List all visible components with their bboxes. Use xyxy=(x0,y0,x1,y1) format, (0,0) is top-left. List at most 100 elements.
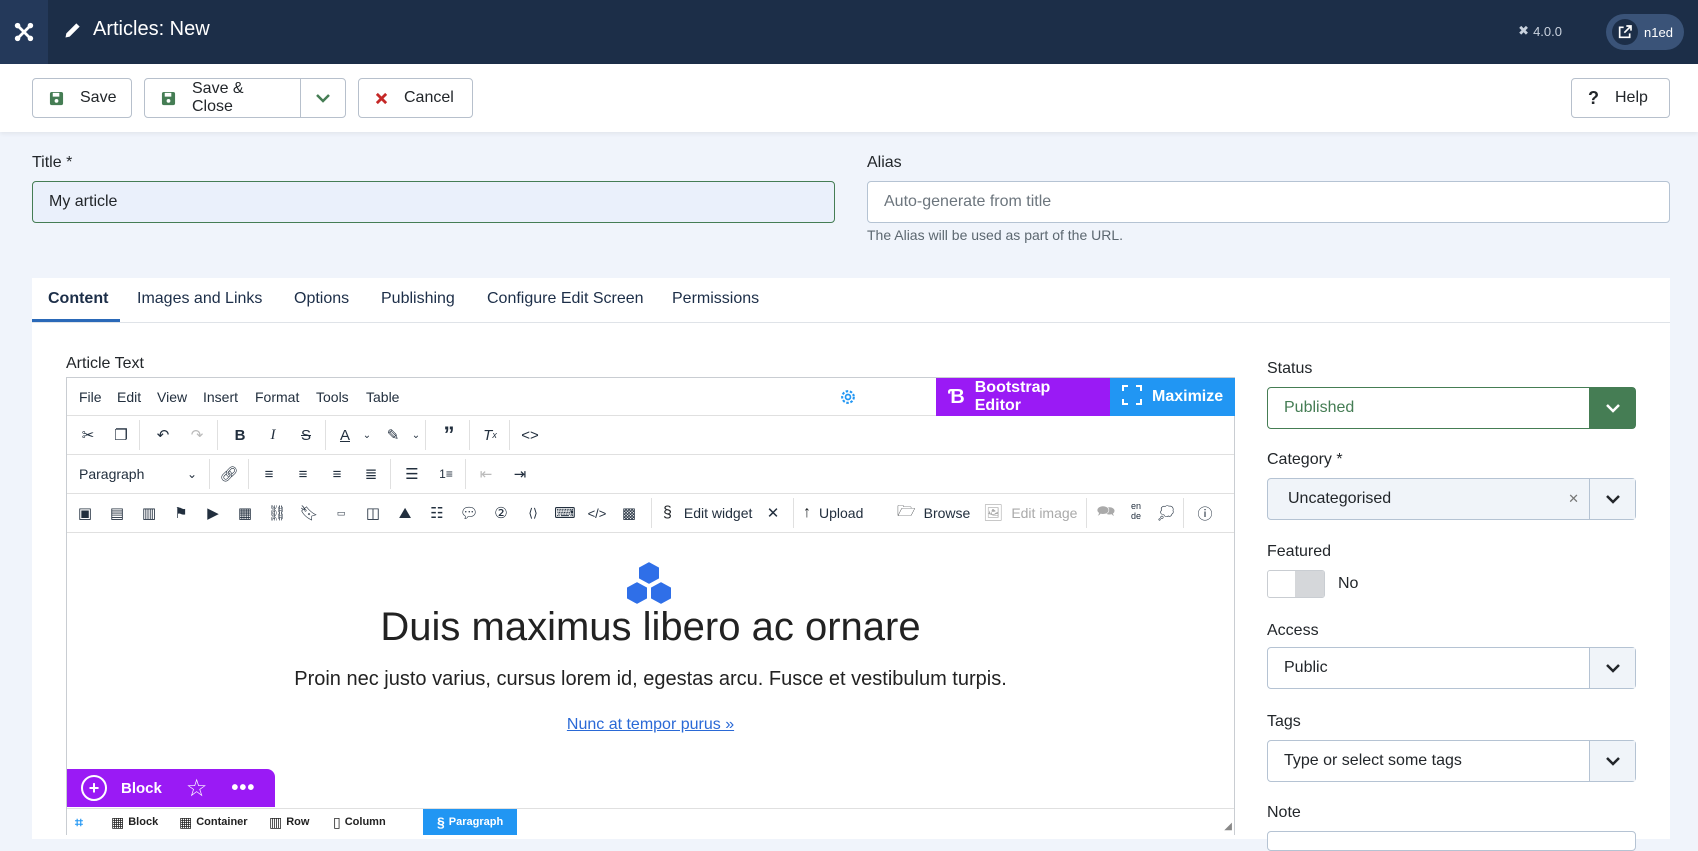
badge-icon[interactable]: ② xyxy=(488,500,514,526)
cancel-button[interactable]: Cancel xyxy=(358,78,473,118)
crumb-paragraph[interactable]: § Paragraph xyxy=(423,809,518,835)
tab-configure-edit-screen[interactable]: Configure Edit Screen xyxy=(487,290,644,308)
edit-image-button[interactable]: 🖼︎ Edit image xyxy=(983,500,1077,526)
strikethrough-icon[interactable]: S xyxy=(293,422,319,448)
star-icon[interactable]: ☆ xyxy=(186,774,208,803)
save-button[interactable]: Save xyxy=(32,78,132,118)
block-label[interactable]: Block xyxy=(121,780,162,797)
featured-value: No xyxy=(1338,575,1359,592)
tab-images-links[interactable]: Images and Links xyxy=(137,290,262,308)
source-code-icon[interactable]: <> xyxy=(517,422,543,448)
outdent-icon[interactable]: ⇤ xyxy=(473,461,499,487)
content-heading[interactable]: Duis maximus libero ac ornare xyxy=(67,605,1234,650)
window-icon[interactable]: ◫ xyxy=(360,500,386,526)
blockquote-icon[interactable]: ” xyxy=(436,422,462,448)
save-options-dropdown[interactable] xyxy=(301,79,345,117)
toolbar-separator xyxy=(469,420,470,450)
flag-icon[interactable]: ⚑ xyxy=(168,500,194,526)
title-input[interactable]: My article xyxy=(32,181,835,223)
indent-icon[interactable]: ⇥ xyxy=(507,461,533,487)
more-options-icon[interactable]: ••• xyxy=(231,777,255,800)
layout-icon[interactable]: ☷ xyxy=(424,500,450,526)
resize-handle-icon[interactable]: ◢ xyxy=(1224,821,1232,832)
title-input-value: My article xyxy=(49,193,118,210)
video-icon[interactable]: ▶ xyxy=(200,500,226,526)
menu-format[interactable]: Format xyxy=(255,389,299,405)
category-select[interactable]: Uncategorised ✕ xyxy=(1267,478,1636,520)
joomla-logo[interactable] xyxy=(0,0,48,64)
note-input[interactable] xyxy=(1267,831,1636,851)
cut-icon[interactable]: ✂ xyxy=(75,422,101,448)
align-left-icon[interactable]: ≡ xyxy=(256,461,282,487)
help-circle-icon[interactable]: ⓘ xyxy=(1192,500,1218,526)
bullet-list-icon[interactable]: ☰ xyxy=(399,461,425,487)
slideshow-icon[interactable]: ⛰ xyxy=(392,500,418,526)
upload-button[interactable]: ↑ Upload xyxy=(803,500,863,526)
translate-language-icon[interactable]: en de xyxy=(1123,498,1149,524)
crumb-block[interactable]: ▦ Block xyxy=(111,809,158,835)
maximize-button[interactable]: Maximize xyxy=(1110,378,1235,416)
block-format-select[interactable]: Paragraph ⌄ xyxy=(73,461,203,487)
qr-code-icon[interactable]: ▩ xyxy=(616,500,642,526)
clear-formatting-icon[interactable]: Tx xyxy=(477,422,503,448)
clear-icon[interactable]: ✕ xyxy=(1568,491,1579,507)
menu-insert[interactable]: Insert xyxy=(203,389,238,405)
crumb-row[interactable]: ▥ Row xyxy=(269,809,309,835)
code-block-icon[interactable]: ⌨ xyxy=(552,500,578,526)
add-block-icon[interactable]: + xyxy=(81,775,107,801)
comment-icon[interactable]: 💬︎ xyxy=(456,500,482,526)
tab-content[interactable]: Content xyxy=(48,290,108,308)
copy-icon[interactable]: ❐ xyxy=(108,422,134,448)
user-menu-button[interactable]: n1ed xyxy=(1606,14,1684,50)
access-select[interactable]: Public xyxy=(1267,647,1636,689)
table-icon[interactable]: ▦ xyxy=(232,500,258,526)
status-select[interactable]: Published xyxy=(1267,387,1636,429)
crumb-container[interactable]: ▦ Container xyxy=(179,809,248,835)
button-widget-icon[interactable]: ▭ xyxy=(328,500,354,526)
menu-tools[interactable]: Tools xyxy=(316,389,349,405)
redo-icon[interactable]: ↷ xyxy=(184,422,210,448)
crumb-column[interactable]: ▯ Column xyxy=(333,809,386,835)
html-widget-icon[interactable]: ⟨⟩ xyxy=(520,500,546,526)
link-icon[interactable]: 🔗︎ xyxy=(216,461,242,487)
tab-options[interactable]: Options xyxy=(294,290,349,308)
numbered-list-icon[interactable]: 1≡ xyxy=(433,461,459,487)
bookmark-icon[interactable]: 🔖︎ xyxy=(296,500,322,526)
bold-icon[interactable]: B xyxy=(227,422,253,448)
align-center-icon[interactable]: ≡ xyxy=(290,461,316,487)
alias-input[interactable]: Auto-generate from title xyxy=(867,181,1670,223)
image-gallery-icon[interactable]: ▤ xyxy=(104,500,130,526)
image-stack-icon[interactable]: ▥ xyxy=(136,500,162,526)
undo-icon[interactable]: ↶ xyxy=(150,422,176,448)
embed-code-icon[interactable]: </> xyxy=(584,500,610,526)
featured-toggle[interactable] xyxy=(1267,570,1325,598)
image-icon[interactable]: ▣ xyxy=(72,500,98,526)
save-close-button[interactable]: Save & Close xyxy=(145,79,301,117)
remove-widget-icon[interactable]: ✕ xyxy=(760,500,786,526)
tags-select[interactable]: Type or select some tags xyxy=(1267,740,1636,782)
help-button[interactable]: ? Help xyxy=(1571,78,1670,118)
menu-file[interactable]: File xyxy=(79,389,102,405)
columns-icon: ▥ xyxy=(269,813,283,830)
select-root-icon[interactable]: ⌗ xyxy=(75,809,83,835)
ai-chat-icon[interactable]: 💭︎ xyxy=(1153,500,1179,526)
browse-button[interactable]: 🗁 Browse xyxy=(897,500,970,526)
align-justify-icon[interactable]: ≣ xyxy=(358,461,384,487)
align-right-icon[interactable]: ≡ xyxy=(324,461,350,487)
italic-icon[interactable]: I xyxy=(260,422,286,448)
content-paragraph[interactable]: Proin nec justo varius, cursus lorem id,… xyxy=(67,668,1234,691)
editor-content[interactable]: Duis maximus libero ac ornare Proin nec … xyxy=(67,533,1234,803)
menu-view[interactable]: View xyxy=(157,389,187,405)
content-link[interactable]: Nunc at tempor purus » xyxy=(67,716,1234,734)
link-chain-icon[interactable]: ⛓ xyxy=(264,500,290,526)
chevron-down-icon[interactable]: ⌄ xyxy=(354,422,380,448)
bootstrap-editor-button[interactable]: Ɓ Bootstrap Editor xyxy=(936,378,1110,416)
menu-table[interactable]: Table xyxy=(366,389,399,405)
tab-publishing[interactable]: Publishing xyxy=(381,290,455,308)
tab-bar: Content Images and Links Options Publish… xyxy=(32,278,1670,323)
menu-edit[interactable]: Edit xyxy=(117,389,141,405)
tab-permissions[interactable]: Permissions xyxy=(672,290,759,308)
settings-gear-icon[interactable] xyxy=(835,384,861,410)
edit-widget-button[interactable]: § Edit widget xyxy=(663,500,752,526)
comments-icon[interactable]: 🗪︎ xyxy=(1093,500,1119,526)
